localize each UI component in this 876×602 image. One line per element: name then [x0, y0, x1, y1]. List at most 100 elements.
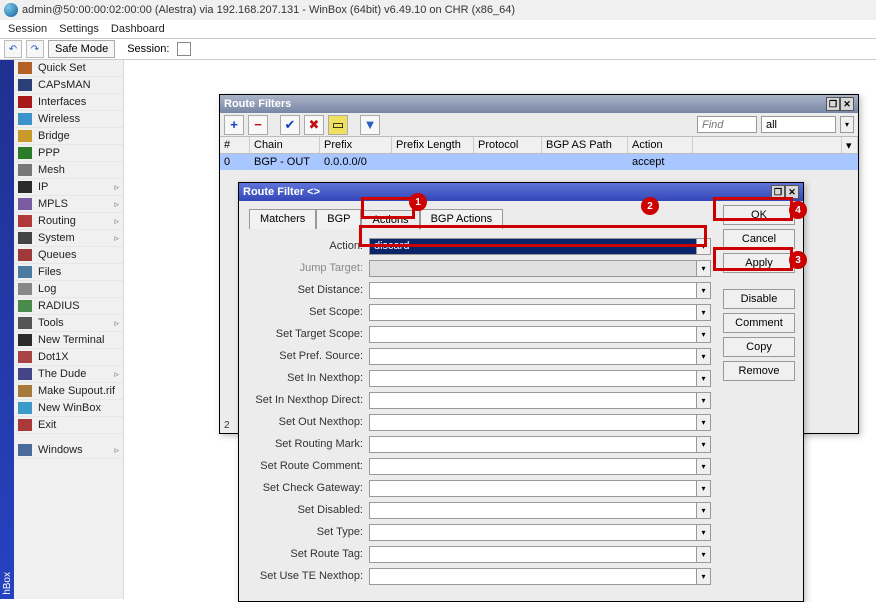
- expand-icon[interactable]: ▾: [697, 370, 711, 387]
- comment-button[interactable]: Comment: [723, 313, 795, 333]
- redo-button[interactable]: ↷: [26, 40, 44, 58]
- scope-select[interactable]: all: [761, 116, 836, 133]
- expand-icon[interactable]: ▾: [697, 326, 711, 343]
- filter-button[interactable]: ▼: [360, 115, 380, 135]
- expand-icon[interactable]: ▾: [697, 414, 711, 431]
- sidebar-item-ppp[interactable]: PPP: [14, 145, 123, 162]
- sidebar-item-log[interactable]: Log: [14, 281, 123, 298]
- safe-mode-button[interactable]: Safe Mode: [48, 40, 115, 58]
- input-scope[interactable]: [369, 304, 697, 321]
- input-tscope[interactable]: [369, 326, 697, 343]
- menu-session[interactable]: Session: [8, 23, 47, 35]
- sidebar-item-wireless[interactable]: Wireless: [14, 111, 123, 128]
- comment-button[interactable]: ▭: [328, 115, 348, 135]
- col-chain[interactable]: Chain: [250, 137, 320, 153]
- input-inhd[interactable]: [369, 392, 697, 409]
- expand-icon[interactable]: ▾: [697, 480, 711, 497]
- sidebar-item-dot1x[interactable]: Dot1X: [14, 349, 123, 366]
- col-aspath[interactable]: BGP AS Path: [542, 137, 628, 153]
- expand-icon[interactable]: ▾: [697, 436, 711, 453]
- sidebar-item-radius[interactable]: RADIUS: [14, 298, 123, 315]
- col-action[interactable]: Action: [628, 137, 693, 153]
- apply-button[interactable]: Apply: [723, 253, 795, 273]
- menu-dashboard[interactable]: Dashboard: [111, 23, 165, 35]
- sidebar-item-quick-set[interactable]: Quick Set: [14, 60, 123, 77]
- expand-icon[interactable]: ▾: [697, 546, 711, 563]
- scope-dropdown-icon[interactable]: ▾: [840, 116, 854, 133]
- dropdown-icon[interactable]: ▾: [697, 238, 711, 255]
- input-psrc[interactable]: [369, 348, 697, 365]
- sidebar-item-tools[interactable]: Tools▹: [14, 315, 123, 332]
- route-filters-titlebar[interactable]: Route Filters ❐✕: [220, 95, 858, 113]
- col-prefix[interactable]: Prefix: [320, 137, 392, 153]
- sidebar-icon: [18, 164, 32, 176]
- sidebar-item-ip[interactable]: IP▹: [14, 179, 123, 196]
- sidebar-item-exit[interactable]: Exit: [14, 417, 123, 434]
- remove-button[interactable]: Remove: [723, 361, 795, 381]
- sidebar-icon: [18, 300, 32, 312]
- expand-icon[interactable]: ▾: [697, 304, 711, 321]
- sidebar-item-make-supout-rif[interactable]: Make Supout.rif: [14, 383, 123, 400]
- tab-bgp-actions[interactable]: BGP Actions: [420, 209, 504, 229]
- action-select[interactable]: discard: [369, 238, 697, 255]
- input-dist[interactable]: [369, 282, 697, 299]
- enable-button[interactable]: ✔: [280, 115, 300, 135]
- close-icon[interactable]: ✕: [840, 97, 854, 111]
- cancel-button[interactable]: Cancel: [723, 229, 795, 249]
- input-stag[interactable]: [369, 546, 697, 563]
- tab-matchers[interactable]: Matchers: [249, 209, 316, 229]
- tab-bgp[interactable]: BGP: [316, 209, 361, 229]
- label-stype: Set Type:: [249, 526, 369, 538]
- disable-button[interactable]: ✖: [304, 115, 324, 135]
- menu-settings[interactable]: Settings: [59, 23, 99, 35]
- ok-button[interactable]: OK: [723, 205, 795, 225]
- input-stype[interactable]: [369, 524, 697, 541]
- sidebar-item-label: Windows: [38, 444, 83, 456]
- sidebar-item-queues[interactable]: Queues: [14, 247, 123, 264]
- copy-button[interactable]: Copy: [723, 337, 795, 357]
- sidebar-item-the-dude[interactable]: The Dude▹: [14, 366, 123, 383]
- restore-icon[interactable]: ❐: [826, 97, 840, 111]
- remove-button[interactable]: −: [248, 115, 268, 135]
- sidebar-item-routing[interactable]: Routing▹: [14, 213, 123, 230]
- add-button[interactable]: +: [224, 115, 244, 135]
- sidebar-item-capsman[interactable]: CAPsMAN: [14, 77, 123, 94]
- expand-icon[interactable]: ▾: [697, 282, 711, 299]
- table-row[interactable]: 0 BGP - OUT 0.0.0.0/0 accept: [220, 154, 858, 170]
- expand-icon[interactable]: ▾: [697, 392, 711, 409]
- sidebar-item-new-terminal[interactable]: New Terminal: [14, 332, 123, 349]
- undo-button[interactable]: ↶: [4, 40, 22, 58]
- input-inh[interactable]: [369, 370, 697, 387]
- disable-button[interactable]: Disable: [723, 289, 795, 309]
- session-box[interactable]: [177, 42, 191, 56]
- route-filter-titlebar[interactable]: Route Filter <> ❐✕: [239, 183, 803, 201]
- sidebar-item-interfaces[interactable]: Interfaces: [14, 94, 123, 111]
- input-rmark[interactable]: [369, 436, 697, 453]
- close-icon[interactable]: ✕: [785, 185, 799, 199]
- input-ste[interactable]: [369, 568, 697, 585]
- input-rcom[interactable]: [369, 458, 697, 475]
- input-cgw[interactable]: [369, 480, 697, 497]
- expand-icon[interactable]: ▾: [697, 502, 711, 519]
- expand-icon[interactable]: ▾: [697, 524, 711, 541]
- sidebar-item-files[interactable]: Files: [14, 264, 123, 281]
- col-protocol[interactable]: Protocol: [474, 137, 542, 153]
- expand-icon[interactable]: ▾: [697, 348, 711, 365]
- sidebar-item-windows[interactable]: Windows▹: [14, 442, 123, 459]
- col-plength[interactable]: Prefix Length: [392, 137, 474, 153]
- sidebar-item-mpls[interactable]: MPLS▹: [14, 196, 123, 213]
- sidebar-item-new-winbox[interactable]: New WinBox: [14, 400, 123, 417]
- expand-icon[interactable]: ▾: [697, 568, 711, 585]
- expand-icon[interactable]: ▾: [697, 458, 711, 475]
- input-outh[interactable]: [369, 414, 697, 431]
- sidebar-icon: [18, 385, 32, 397]
- sidebar-item-system[interactable]: System▹: [14, 230, 123, 247]
- restore-icon[interactable]: ❐: [771, 185, 785, 199]
- input-sdis[interactable]: [369, 502, 697, 519]
- sidebar-item-bridge[interactable]: Bridge: [14, 128, 123, 145]
- col-num[interactable]: #: [220, 137, 250, 153]
- find-input[interactable]: [697, 116, 757, 133]
- tab-actions[interactable]: Actions: [361, 210, 419, 230]
- col-menu-icon[interactable]: ▾: [842, 137, 858, 153]
- sidebar-item-mesh[interactable]: Mesh: [14, 162, 123, 179]
